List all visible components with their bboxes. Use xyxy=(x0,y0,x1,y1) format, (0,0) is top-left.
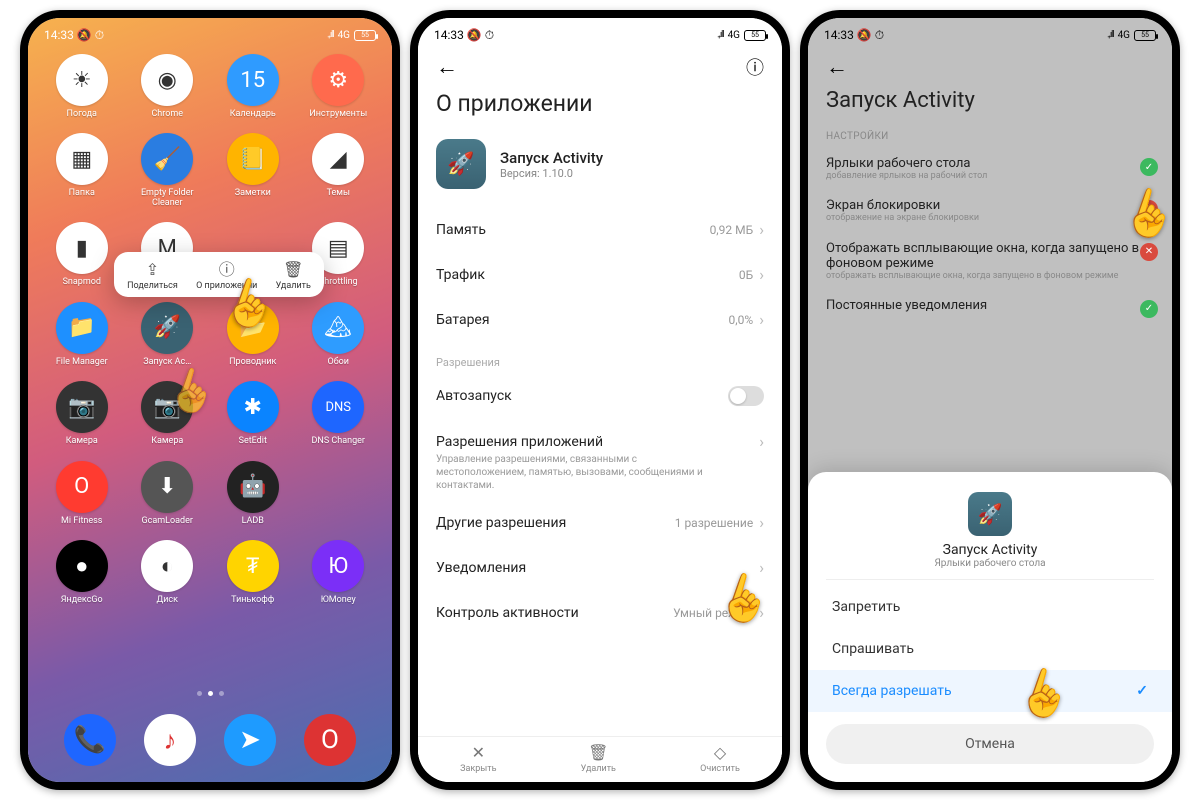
status-denied-icon: ✕ xyxy=(1140,200,1158,218)
back-icon[interactable] xyxy=(826,59,848,78)
bottom-toolbar: ✕Закрыть 🗑Удалить ◇Очистить xyxy=(418,736,782,782)
app-setedit[interactable]: ✱SetEdit xyxy=(213,381,293,446)
page-title: О приложении xyxy=(418,84,782,131)
app-камера[interactable]: 📷Камера xyxy=(42,381,122,446)
dock: 📞 ♪ ➤ O xyxy=(28,714,392,766)
back-icon[interactable] xyxy=(436,54,458,80)
app-gcamloader[interactable]: ⬇GcamLoader xyxy=(128,461,208,526)
app-name: Запуск Activity xyxy=(500,149,603,167)
btn-close[interactable]: ✕Закрыть xyxy=(460,743,496,774)
app-камера[interactable]: 📷Камера xyxy=(128,381,208,446)
app-инструменты[interactable]: ⚙Инструменты xyxy=(299,54,379,119)
app-юmoney[interactable]: ЮЮMoney xyxy=(299,540,379,605)
popup-share[interactable]: ⇪Поделиться xyxy=(127,262,178,291)
sheet-sub: Ярлыки рабочего стола xyxy=(808,558,1172,569)
phone-app-info: 14:33 🔕 ⏱ ₊ıll 4G 55 О приложении 🚀 Запу… xyxy=(410,10,790,790)
autostart-toggle[interactable] xyxy=(728,386,764,406)
app-context-popup: ⇪Поделиться ⓘО приложении 🗑Удалить xyxy=(114,252,324,297)
sheet-title: Запуск Activity xyxy=(808,542,1172,558)
app-ladb[interactable]: 🤖LADB xyxy=(213,461,293,526)
app-тинькофф[interactable]: ₮Тинькофф xyxy=(213,540,293,605)
info-icon[interactable] xyxy=(746,54,764,80)
status-allowed-icon: ✓ xyxy=(1140,300,1158,318)
app-file-manager[interactable]: 📁File Manager xyxy=(42,302,122,367)
app-header: 🚀 Запуск Activity Версия: 1.10.0 xyxy=(418,131,782,207)
app-яндексgo[interactable]: ●ЯндексGo xyxy=(42,540,122,605)
btn-clear[interactable]: ◇Очистить xyxy=(700,743,740,774)
dock-app[interactable]: O xyxy=(304,714,356,766)
app-заметки[interactable]: 📒Заметки xyxy=(213,133,293,208)
sheet-app-icon: 🚀 xyxy=(968,492,1012,536)
app-version: Версия: 1.10.0 xyxy=(500,167,603,180)
row-autostart[interactable]: Автозапуск xyxy=(418,373,782,419)
option-allow[interactable]: Всегда разрешать xyxy=(808,670,1172,712)
app-snapmod[interactable]: ▮Snapmod xyxy=(42,222,122,287)
statusbar: 14:33 🔕 ⏱ ₊ıll 4G 55 xyxy=(808,18,1172,46)
cancel-button[interactable]: Отмена xyxy=(826,724,1154,764)
perm-row[interactable]: Постоянные уведомления✓ xyxy=(808,290,1172,321)
app-проводник[interactable]: 📂Проводник xyxy=(213,302,293,367)
perm-row[interactable]: Ярлыки рабочего столадобавление ярлыков … xyxy=(808,148,1172,190)
row-app-permissions[interactable]: Разрешения приложений xyxy=(418,419,782,453)
app-календарь[interactable]: 15Календарь xyxy=(213,54,293,119)
popup-remove[interactable]: 🗑Удалить xyxy=(276,262,311,291)
app-диск[interactable]: ◐Диск xyxy=(128,540,208,605)
app-темы[interactable]: ◢Темы xyxy=(299,133,379,208)
statusbar: 14:33 🔕 ⏱ ₊ıll 4G 55 xyxy=(418,18,782,46)
status-denied-icon: ✕ xyxy=(1140,243,1158,261)
perm-row[interactable]: Отображать всплывающие окна, когда запущ… xyxy=(808,233,1172,290)
row-traffic[interactable]: Трафик0Б xyxy=(418,252,782,297)
row-activity-control[interactable]: Контроль активностиУмный режим xyxy=(418,590,782,635)
status-allowed-icon: ✓ xyxy=(1140,158,1158,176)
option-deny[interactable]: Запретить xyxy=(808,586,1172,628)
perm-row[interactable]: Экран блокировкиотображение на экране бл… xyxy=(808,190,1172,232)
phone-home: 14:33 🔕 ⏱ ₊ıll 4G 55 ☀Погода◉Chrome15Кал… xyxy=(20,10,400,790)
home-app-grid: ☀Погода◉Chrome15Календарь⚙Инструменты ▦Па… xyxy=(28,18,392,606)
permission-sheet: 🚀 Запуск Activity Ярлыки рабочего стола … xyxy=(808,472,1172,782)
section-permissions: Разрешения xyxy=(418,342,782,373)
row-battery[interactable]: Батарея0,0% xyxy=(418,297,782,342)
row-memory[interactable]: Память0,92 МБ xyxy=(418,207,782,252)
page-dots xyxy=(28,691,392,696)
page-title: Запуск Activity xyxy=(808,86,1172,125)
dock-app[interactable]: ➤ xyxy=(224,714,276,766)
row-other-permissions[interactable]: Другие разрешения1 разрешение xyxy=(418,500,782,545)
app-icon: 🚀 xyxy=(436,139,486,189)
section-label: НАСТРОЙКИ xyxy=(808,125,1172,148)
app-chrome[interactable]: ◉Chrome xyxy=(128,54,208,119)
phone-permission: 14:33 🔕 ⏱ ₊ıll 4G 55 Запуск Activity НАС… xyxy=(800,10,1180,790)
app-погода[interactable]: ☀Погода xyxy=(42,54,122,119)
app-empty-folder-cleaner[interactable]: 🧹Empty Folder Cleaner xyxy=(128,133,208,208)
statusbar: 14:33 🔕 ⏱ ₊ıll 4G 55 xyxy=(28,18,392,46)
btn-delete[interactable]: 🗑Удалить xyxy=(581,743,616,774)
app-dns-changer[interactable]: DNSDNS Changer xyxy=(299,381,379,446)
option-ask[interactable]: Спрашивать xyxy=(808,628,1172,670)
app-обои[interactable]: 🏔Обои xyxy=(299,302,379,367)
app-blank xyxy=(299,461,379,526)
app-папка[interactable]: ▦Папка xyxy=(42,133,122,208)
app-mi-fitness[interactable]: OMi Fitness xyxy=(42,461,122,526)
dock-app[interactable]: ♪ xyxy=(144,714,196,766)
popup-about[interactable]: ⓘО приложении xyxy=(196,262,257,291)
app-запуск-ac-[interactable]: 🚀Запуск Ac… xyxy=(128,302,208,367)
dock-app[interactable]: 📞 xyxy=(64,714,116,766)
row-notifications[interactable]: Уведомления xyxy=(418,545,782,590)
